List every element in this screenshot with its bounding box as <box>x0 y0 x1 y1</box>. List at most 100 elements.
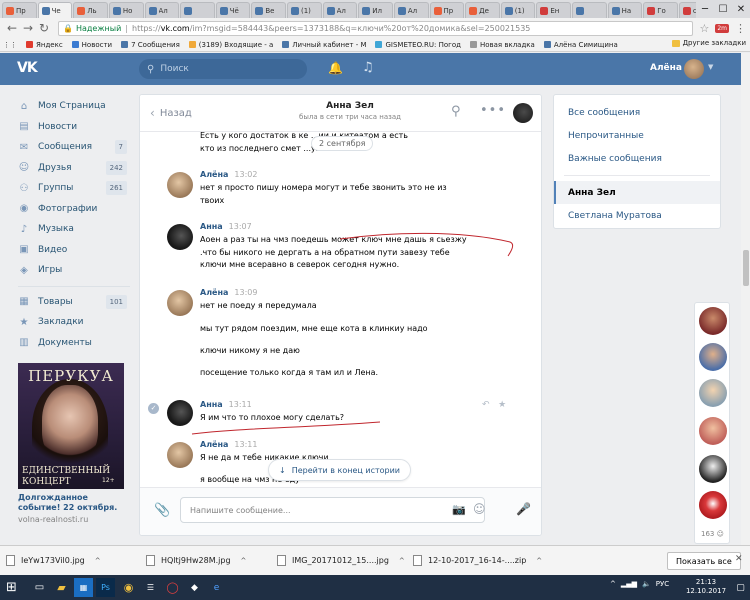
bookmark-link[interactable]: Новая вкладка <box>469 41 535 49</box>
browser-tab[interactable]: Ал <box>322 2 358 18</box>
message-sender[interactable]: Алёна 13:02 <box>200 170 257 179</box>
browser-tab[interactable]: Но <box>108 2 144 18</box>
peer-avatar[interactable] <box>513 103 533 123</box>
sidebar-item[interactable]: ⌂ Моя Страница <box>18 96 130 117</box>
page-scrollbar-track[interactable] <box>741 53 750 545</box>
music-note-icon[interactable]: ♫ <box>362 60 374 75</box>
sidebar-item[interactable]: ◈ Игры <box>18 260 130 281</box>
download-item[interactable]: HQltj9Hw28M.jpg ^ <box>146 555 246 566</box>
star-icon[interactable]: ★ <box>498 400 506 410</box>
close-window-icon[interactable]: ✕ <box>732 0 750 18</box>
maximize-icon[interactable]: ☐ <box>714 0 732 18</box>
browser-tab[interactable]: Чё <box>215 2 251 18</box>
close-icon[interactable]: ✕ <box>735 554 743 564</box>
download-item[interactable]: IMG_20171012_15....jpg ^ <box>277 555 405 566</box>
browser-menu-icon[interactable]: ⋮ <box>735 22 746 35</box>
back-arrow-icon[interactable]: ← <box>4 21 20 35</box>
minimize-icon[interactable]: ─ <box>696 0 714 18</box>
back-button[interactable]: ‹ Назад <box>150 106 192 120</box>
chevron-down-icon[interactable]: ▼ <box>708 63 713 71</box>
read-check-icon[interactable]: ✓ <box>148 403 159 414</box>
network-icon[interactable]: ▂▄▆ <box>621 580 637 588</box>
ad-banner[interactable]: ПЕРУКУА ЕДИНСТВЕННЫЙ КОНЦЕРТ 12+ <box>18 363 124 489</box>
volume-icon[interactable]: 🔈 <box>642 580 651 588</box>
sidebar-item[interactable]: ▣ Видео <box>18 240 130 261</box>
vk-logo[interactable]: VK <box>17 60 43 77</box>
url-input[interactable]: 🔒 Надежный | https://vk.com/im?msgid=584… <box>58 20 694 36</box>
menu-other-dialog[interactable]: Светлана Муратова <box>554 204 720 227</box>
browser-tab[interactable]: Го <box>643 2 678 18</box>
sidebar-item[interactable]: ◉ Фотографии <box>18 199 130 220</box>
sender-name[interactable]: Алёна <box>200 288 228 297</box>
app-icon[interactable]: ☰ <box>141 578 160 597</box>
browser-tab[interactable]: Ал <box>144 2 180 18</box>
avatar[interactable] <box>167 400 193 426</box>
peer-info[interactable]: Анна Зел была в сети три часа назад <box>290 101 410 121</box>
bookmark-link[interactable]: 7 Сообщения <box>121 41 180 49</box>
opera-icon[interactable]: ◯ <box>163 578 182 597</box>
sender-name[interactable]: Алёна <box>200 440 228 449</box>
bookmark-link[interactable]: Яндекс <box>26 41 63 49</box>
avatar[interactable] <box>167 442 193 468</box>
sender-name[interactable]: Анна <box>200 400 223 409</box>
message-history[interactable]: 2 сентября Есть у кого достаток в ке ...… <box>140 132 541 487</box>
menu-selected-dialog[interactable]: Анна Зел <box>554 181 720 204</box>
notifications-bell-icon[interactable]: 🔔 <box>328 61 343 75</box>
online-count[interactable]: 163 ☺ <box>701 530 724 538</box>
message-sender[interactable]: Алёна 13:11 <box>200 440 257 449</box>
avatar[interactable] <box>167 290 193 316</box>
search-input[interactable]: ⚲ Поиск <box>139 59 307 79</box>
user-avatar[interactable] <box>684 59 704 79</box>
avatar[interactable] <box>699 307 727 335</box>
chat-search-icon[interactable]: ⚲ <box>451 104 461 119</box>
chrome-icon[interactable]: ◉ <box>119 578 138 597</box>
browser-tab[interactable]: Ен <box>536 2 571 18</box>
avatar[interactable] <box>167 224 193 250</box>
edge-icon[interactable]: e <box>207 578 226 597</box>
sidebar-item[interactable]: ▦ Товары 101 <box>18 292 130 313</box>
bookmark-link[interactable]: Личный кабинет - М <box>282 41 366 49</box>
message-sender[interactable]: Анна 13:11 <box>200 400 252 409</box>
browser-tab[interactable]: Ил <box>358 2 393 18</box>
other-bookmarks-folder[interactable]: Другие закладки <box>671 39 746 47</box>
message-input[interactable]: Напишите сообщение... <box>180 497 485 523</box>
browser-tab[interactable]: Ал <box>393 2 429 18</box>
avatar[interactable] <box>699 417 727 445</box>
browser-tab[interactable]: На <box>607 2 643 18</box>
browser-tab[interactable]: Че <box>37 2 73 18</box>
photoshop-icon[interactable]: Ps <box>96 578 115 597</box>
avatar[interactable] <box>699 491 727 519</box>
microphone-icon[interactable]: 🎤 <box>516 502 531 516</box>
system-clock[interactable]: 21:13 12.10.2017 <box>681 578 731 596</box>
browser-tab[interactable]: (1) <box>500 2 536 18</box>
avatar[interactable] <box>699 343 727 371</box>
menu-all-messages[interactable]: Все сообщения <box>554 101 720 124</box>
task-view-icon[interactable]: ▭ <box>30 578 49 597</box>
jump-to-end-button[interactable]: ↓ Перейти в конец истории <box>268 459 411 481</box>
chevron-up-icon[interactable]: ^ <box>241 557 247 565</box>
browser-tab[interactable]: Пр <box>2 2 37 18</box>
store-icon[interactable]: ▦ <box>74 578 93 597</box>
sidebar-item[interactable]: ✉ Сообщения 7 <box>18 137 130 158</box>
apps-grid-icon[interactable]: ⋮⋮ <box>3 41 17 49</box>
chevron-up-icon[interactable]: ^ <box>536 557 542 565</box>
unity-icon[interactable]: ◆ <box>185 578 204 597</box>
menu-important[interactable]: Важные сообщения <box>554 147 720 170</box>
ad-caption[interactable]: Долгожданное событие! 22 октября. <box>18 493 130 513</box>
sender-name[interactable]: Алёна <box>200 170 228 179</box>
camera-icon[interactable]: 📷 <box>452 503 466 516</box>
extension-badge[interactable]: 2m <box>715 23 729 33</box>
chevron-up-icon[interactable]: ^ <box>95 557 101 565</box>
show-all-downloads-button[interactable]: Показать все <box>667 552 741 570</box>
message-sender[interactable]: Алёна 13:09 <box>200 288 257 297</box>
notifications-icon[interactable]: ▢ <box>731 578 750 597</box>
browser-tab[interactable]: Де <box>465 2 500 18</box>
sender-name[interactable]: Анна <box>200 222 223 231</box>
attach-paperclip-icon[interactable]: 📎 <box>154 503 170 518</box>
bookmark-link[interactable]: Новости <box>71 41 112 49</box>
bookmark-link[interactable]: (3189) Входящие - а <box>188 41 273 49</box>
download-item[interactable]: 12-10-2017_16-14-....zip ^ <box>413 555 542 566</box>
avatar[interactable] <box>699 455 727 483</box>
browser-tab[interactable] <box>572 2 607 18</box>
sidebar-item[interactable]: ★ Закладки <box>18 312 130 333</box>
